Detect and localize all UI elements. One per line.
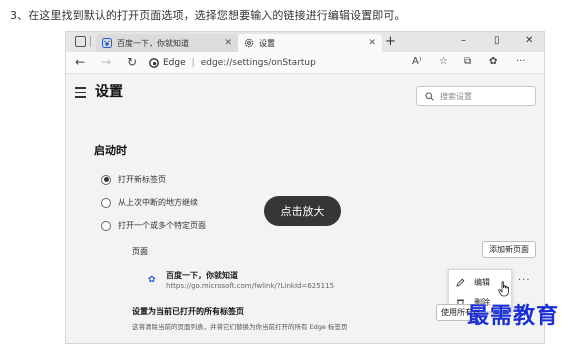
search-placeholder: 搜索设置	[440, 91, 472, 101]
collections-icon[interactable]: ⧉	[464, 56, 471, 67]
more-menu-icon[interactable]: ···	[516, 56, 526, 67]
watermark-logo: 最需教育	[467, 303, 560, 329]
maximize-icon[interactable]: ▯	[494, 35, 500, 46]
radio-button[interactable]	[101, 197, 111, 208]
address-brand: Edge	[163, 58, 186, 68]
address-separator: |	[191, 58, 195, 68]
minimize-icon[interactable]: –	[461, 35, 466, 46]
set-current-description: 这将清除当前的页面列表，并将它们替换为你当前打开的所有 Edge 标签页	[132, 323, 348, 331]
read-aloud-icon[interactable]: A⁾	[412, 56, 421, 67]
add-new-page-button[interactable]: 添加新页面	[482, 241, 536, 258]
radio-continue-where-left[interactable]: 从上次中断的地方继续	[101, 197, 198, 208]
radio-label: 打开一个或多个特定页面	[118, 221, 206, 230]
radio-label: 从上次中断的地方继续	[118, 198, 198, 207]
tab-title: 设置	[259, 38, 275, 48]
tab-divider	[90, 36, 91, 47]
tab-settings[interactable]: 设置 ✕	[238, 34, 382, 52]
set-current-title: 设置为当前已打开的所有标签页	[132, 307, 244, 316]
radio-label: 打开新标签页	[118, 175, 166, 184]
radio-button[interactable]	[101, 220, 111, 231]
baidu-paw-icon: ✿	[148, 275, 156, 285]
instruction-text: 3、在这里找到默认的打开页面选项，选择您想要输入的链接进行编辑设置即可。	[10, 9, 406, 22]
more-options-icon[interactable]: ···	[518, 275, 531, 286]
forward-arrow-icon[interactable]: →	[101, 55, 111, 69]
tab-actions-icon[interactable]	[75, 36, 86, 47]
tab-strip: 百度一下，你就知道 ✕ 设置 ✕ + – ▯ ✕	[66, 32, 544, 52]
window-close-icon[interactable]: ✕	[525, 35, 533, 46]
radio-button[interactable]	[101, 174, 111, 185]
section-title: 启动时	[94, 144, 127, 157]
tab-title: 百度一下，你就知道	[117, 38, 189, 48]
pencil-icon	[456, 278, 465, 287]
radio-open-specific-pages[interactable]: 打开一个或多个特定页面	[101, 220, 206, 231]
zoom-overlay-button[interactable]: 点击放大	[264, 196, 341, 226]
search-input[interactable]: 搜索设置	[416, 86, 536, 106]
page-title: 设置	[95, 84, 123, 100]
new-tab-icon[interactable]: +	[385, 34, 396, 49]
edge-logo-icon	[149, 58, 159, 68]
page-entry-url: https://go.microsoft.com/fwlink/?LinkId=…	[166, 282, 335, 290]
extension-icon[interactable]: ✿	[489, 56, 497, 67]
hamburger-menu-icon[interactable]	[75, 87, 86, 101]
page-entry-title: 百度一下，你就知道	[166, 271, 238, 280]
search-icon	[425, 92, 434, 101]
address-bar[interactable]: Edge | edge://settings/onStartup	[149, 54, 431, 72]
menu-item-label: 编辑	[474, 277, 490, 287]
browser-toolbar: ← → ↻ Edge | edge://settings/onStartup A…	[66, 52, 544, 74]
pages-label: 页面	[132, 247, 148, 256]
refresh-icon[interactable]: ↻	[127, 55, 137, 69]
radio-open-new-tab[interactable]: 打开新标签页	[101, 174, 166, 185]
close-icon[interactable]: ✕	[368, 38, 376, 48]
tab-baidu[interactable]: 百度一下，你就知道 ✕	[96, 34, 238, 52]
back-arrow-icon[interactable]: ←	[75, 55, 85, 69]
close-icon[interactable]: ✕	[224, 38, 232, 48]
hand-cursor-icon	[498, 281, 509, 297]
favorites-icon[interactable]: ☆	[439, 56, 448, 67]
baidu-paw-icon	[102, 38, 112, 48]
address-url: edge://settings/onStartup	[200, 58, 316, 68]
gear-icon	[244, 38, 254, 48]
